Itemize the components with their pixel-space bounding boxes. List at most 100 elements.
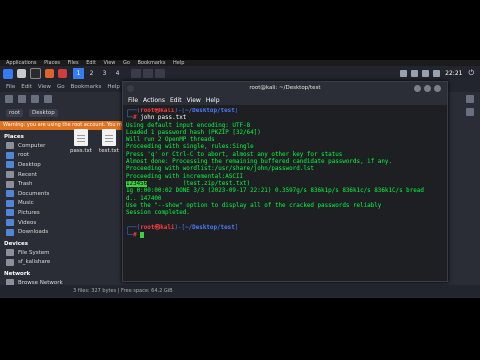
search-icon[interactable] — [466, 95, 474, 103]
terminal-launcher-icon[interactable] — [30, 68, 41, 79]
sidebar-item-computer[interactable]: Computer — [0, 141, 64, 151]
terminal-app-icon — [127, 85, 134, 92]
stats-line: 1g 0:00:00:02 DONE 3/3 (2023-09-17 22:21… — [126, 188, 424, 195]
terminal-window[interactable]: root@kali: ~/Desktop/test File Actions E… — [122, 81, 448, 282]
folder-icon — [6, 219, 14, 227]
minimize-icon[interactable] — [414, 85, 421, 92]
forward-icon[interactable] — [18, 95, 26, 103]
stats-line: d.. 147400 — [126, 195, 162, 202]
fm-menu-view[interactable]: View — [38, 84, 51, 90]
terminal-menu-actions[interactable]: Actions — [143, 97, 165, 104]
sidebar-item-root[interactable]: root — [0, 151, 64, 161]
output-line: Will run 2 OpenMP threads — [126, 137, 215, 144]
fm-menu-file[interactable]: File — [6, 84, 15, 90]
terminal-menu-view[interactable]: View — [187, 97, 201, 104]
sidebar-item-filesystem[interactable]: File System — [0, 248, 64, 258]
app-launcher-icon[interactable] — [58, 69, 67, 78]
sidebar-item-pictures[interactable]: Pictures — [0, 208, 64, 218]
sidebar-item-documents[interactable]: Documents — [0, 189, 64, 199]
sidebar-item-videos[interactable]: Videos — [0, 218, 64, 228]
back-icon[interactable] — [5, 95, 13, 103]
places-header: Places — [4, 134, 24, 140]
fm-menu-help[interactable]: Help — [107, 84, 120, 90]
sidebar-item-sf-kalishare[interactable]: sf_kalishare — [0, 258, 64, 268]
show-hint-line: Use the "--show" option to display all o… — [126, 202, 382, 209]
notification-icon[interactable] — [422, 70, 430, 77]
text-file-icon — [74, 129, 88, 146]
fm-status-bar: 3 files: 327 bytes | Free space: 64.2 Gi… — [0, 285, 480, 297]
terminal-menu-edit[interactable]: Edit — [170, 97, 182, 104]
files-launcher-icon[interactable] — [17, 69, 26, 78]
view-icon[interactable] — [466, 108, 474, 116]
maximize-icon[interactable] — [424, 85, 431, 92]
sidebar-item-downloads[interactable]: Downloads — [0, 227, 64, 237]
terminal-menu-help[interactable]: Help — [206, 97, 220, 104]
letterbox-bottom — [0, 298, 480, 360]
trash-icon — [6, 180, 14, 188]
video-frame: Applications Places Files Edit View Go B… — [0, 0, 480, 360]
terminal-menu-file[interactable]: File — [128, 97, 138, 104]
kali-menu-icon[interactable] — [3, 68, 13, 79]
sidebar-item-trash[interactable]: Trash — [0, 179, 64, 189]
sidebar-item-music[interactable]: Music — [0, 199, 64, 209]
workspace-3[interactable]: 3 — [99, 68, 110, 79]
file-item[interactable]: pass.txt — [68, 129, 94, 154]
workspace-2[interactable]: 2 — [86, 68, 97, 79]
folder-icon — [6, 161, 14, 169]
output-line: Press 'q' or Ctrl-C to abort, almost any… — [126, 151, 343, 158]
network-icon[interactable] — [400, 70, 408, 77]
up-icon[interactable] — [31, 95, 39, 103]
status-text: 3 files: 327 bytes | Free space: 64.2 Gi… — [73, 288, 173, 294]
folder-icon — [6, 190, 14, 198]
task-button[interactable] — [131, 69, 141, 78]
folder-icon — [6, 228, 14, 236]
cracked-password: 123456 — [126, 180, 148, 187]
system-tray: 22:21 ⏻ — [396, 69, 480, 78]
workspace-1[interactable]: 1 — [73, 68, 84, 79]
breadcrumb-item[interactable]: root — [6, 108, 24, 117]
output-line: Proceeding with wordlist:/usr/share/john… — [126, 166, 314, 173]
top-panel: 1 2 3 4 22:21 ⏻ — [0, 66, 480, 81]
task-button[interactable] — [143, 69, 153, 78]
cracked-file: (test.zip/test.txt) — [182, 180, 251, 187]
fm-menu-go[interactable]: Go — [57, 84, 65, 90]
file-grid: pass.txt test.txt — [66, 125, 126, 205]
sidebar-item-desktop[interactable]: Desktop — [0, 160, 64, 170]
output-line: Proceeding with incremental:ASCII — [126, 173, 244, 180]
network-header: Network — [4, 271, 31, 278]
sidebar-item-recent[interactable]: Recent — [0, 170, 64, 180]
folder-icon — [6, 199, 14, 207]
browser-launcher-icon[interactable] — [45, 69, 54, 78]
output-line: Proceeding with single, rules:Single — [126, 144, 254, 151]
power-icon[interactable]: ⏻ — [468, 69, 474, 78]
terminal-titlebar[interactable]: root@kali: ~/Desktop/test — [123, 82, 447, 95]
file-name: test.txt — [99, 148, 119, 154]
home-icon[interactable] — [44, 95, 52, 103]
volume-icon[interactable] — [411, 70, 419, 77]
output-line: Using default input encoding: UTF-8 — [126, 122, 251, 129]
clock[interactable]: 22:21 — [445, 70, 462, 77]
drive-icon — [6, 258, 14, 266]
terminal-output[interactable]: ┌──(root㉿kali)-[~/Desktop/test] └─# john… — [126, 108, 444, 278]
letterbox-top — [0, 0, 480, 62]
fm-right-toolbar — [446, 95, 480, 286]
terminal-title: root@kali: ~/Desktop/test — [249, 85, 321, 91]
task-list — [129, 69, 165, 78]
terminal-menubar: File Actions Edit View Help — [123, 95, 447, 105]
workspace-4[interactable]: 4 — [112, 68, 123, 79]
battery-icon[interactable] — [433, 70, 441, 77]
fm-menu-bookmarks[interactable]: Bookmarks — [71, 84, 102, 90]
fm-sidebar: Places Computer root Desktop Recent Tras… — [0, 133, 64, 293]
close-icon[interactable] — [434, 85, 441, 92]
drive-icon — [6, 249, 14, 257]
task-button[interactable] — [155, 69, 165, 78]
recent-icon — [6, 171, 14, 179]
output-line: Loaded 1 password hash (PKZIP [32/64]) — [126, 129, 261, 136]
fm-menu-edit[interactable]: Edit — [21, 84, 32, 90]
breadcrumb-item[interactable]: Desktop — [29, 108, 58, 117]
folder-icon — [6, 209, 14, 217]
file-name: pass.txt — [70, 148, 92, 154]
file-item[interactable]: test.txt — [96, 129, 122, 154]
devices-header: Devices — [4, 240, 29, 247]
terminal-cursor — [140, 232, 145, 239]
